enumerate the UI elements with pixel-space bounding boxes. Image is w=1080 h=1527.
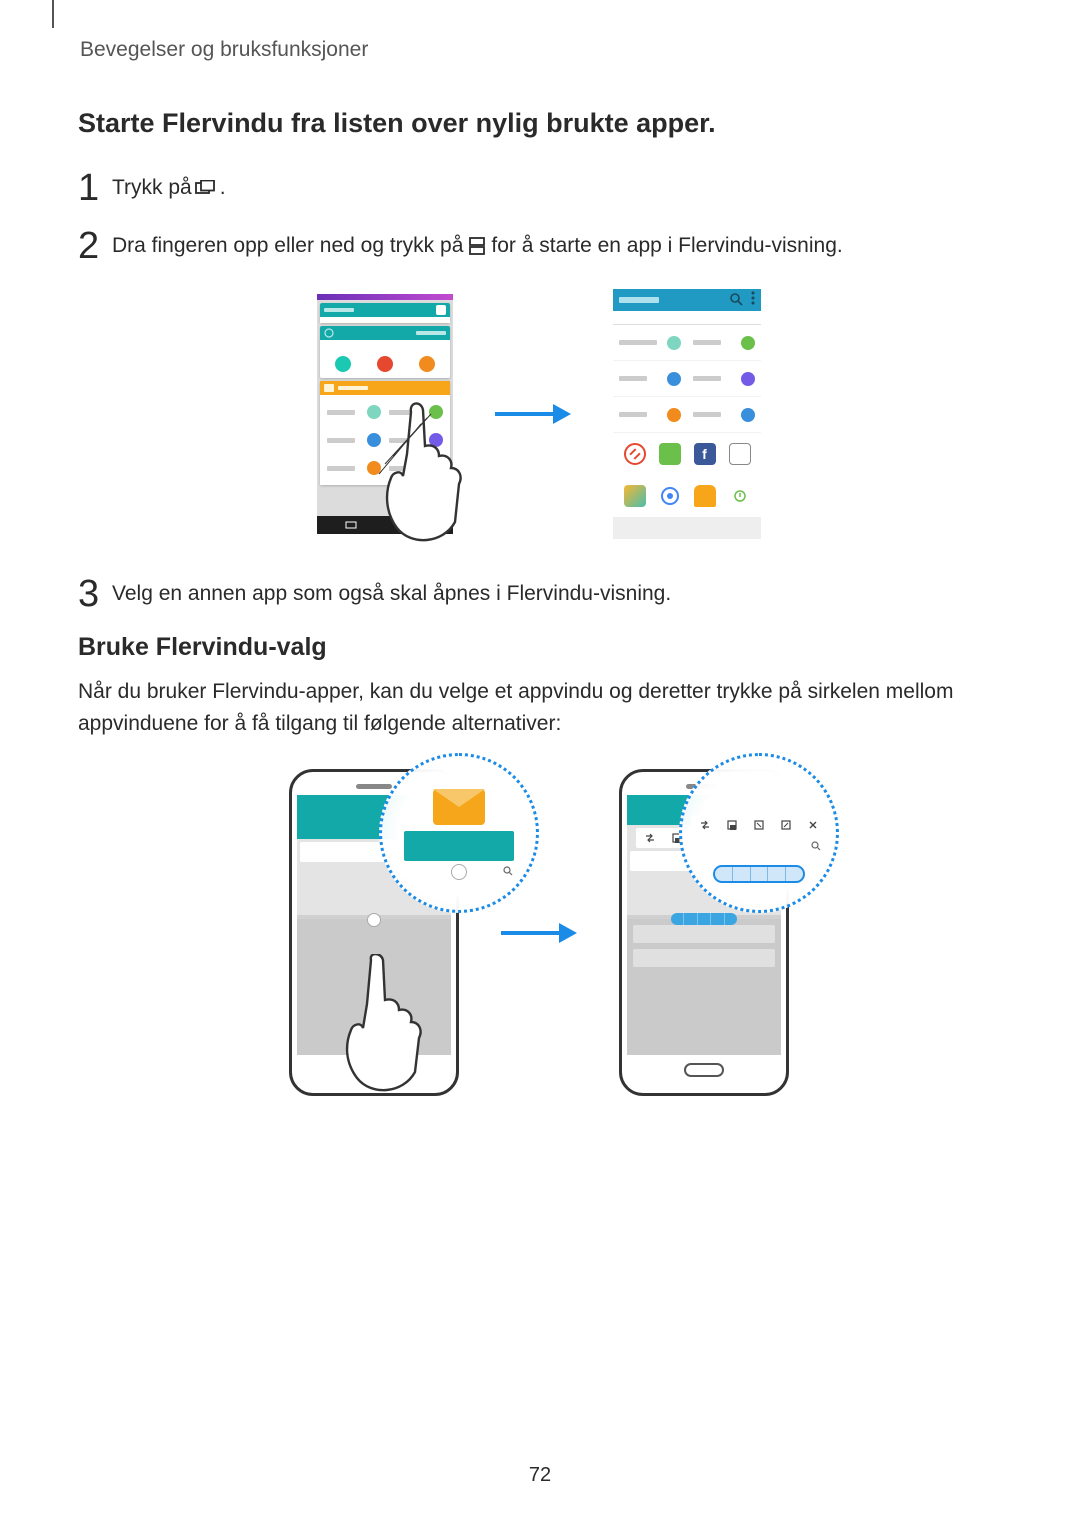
- sound-icon: [377, 356, 393, 372]
- chrome-icon: [659, 485, 681, 507]
- tapping-hand-illustration: [329, 954, 439, 1104]
- folder-icon: [324, 384, 334, 392]
- option-bar-zoomed: [691, 815, 827, 835]
- step-number: 2: [78, 227, 112, 265]
- step2-text-before: Dra fingeren opp eller ned og trykk på: [112, 234, 463, 258]
- multiwindow-split-icon: [466, 237, 488, 255]
- figure-left-phone: [317, 294, 453, 534]
- minimize-icon: [779, 818, 793, 832]
- step1-text-before: Trykk på: [112, 176, 192, 200]
- recent-apps-icon: [195, 179, 217, 197]
- nav-close-all-icon: [412, 520, 426, 530]
- nav-tray-icon: [344, 520, 358, 530]
- step-2: 2 Dra fingeren opp eller ned og trykk på…: [78, 227, 1000, 265]
- facebook-icon: f: [694, 443, 716, 465]
- android-nav-bar: [317, 516, 453, 534]
- multiwindow-handle-expanded: [671, 913, 737, 925]
- audio-icon: [741, 372, 755, 386]
- phone-screen-recent-apps: [317, 294, 453, 534]
- arrow-right-icon: [493, 402, 573, 426]
- search-icon: [503, 866, 513, 876]
- videos-icon: [667, 372, 681, 386]
- zoom-bubble-handle: [379, 753, 539, 913]
- step2-text-after: for å starte en app i Flervindu-visning.: [491, 234, 842, 258]
- page-number: 72: [0, 1464, 1080, 1487]
- zoom-bubble-options: [679, 753, 839, 913]
- swap-windows-icon: [643, 831, 657, 845]
- section-heading-use-multiwindow-options: Bruke Flervindu-valg: [78, 633, 1000, 662]
- handle-pill-zoomed: [713, 865, 805, 883]
- recent-files-icon: [667, 336, 681, 350]
- breadcrumb: Bevegelser og bruksfunksjoner: [80, 38, 368, 62]
- step1-text-after: .: [220, 176, 226, 200]
- maximize-icon: [752, 818, 766, 832]
- multiwindow-handle: [367, 913, 381, 927]
- search-icon: [811, 841, 821, 851]
- documents-icon: [667, 408, 681, 422]
- close-icon: [806, 818, 820, 832]
- step-text: Dra fingeren opp eller ned og trykk på f…: [112, 234, 843, 258]
- body-paragraph: Når du bruker Flervindu-apper, kan du ve…: [78, 676, 1000, 739]
- app-title-bar: [613, 289, 761, 311]
- multiwindow-handle-zoomed: [451, 864, 467, 880]
- drag-content-icon: [725, 818, 739, 832]
- step-number: 3: [78, 575, 112, 613]
- gallery-icon: [624, 485, 646, 507]
- figure-start-multiwindow: f: [78, 289, 1000, 539]
- mail-envelope-icon: [433, 789, 485, 825]
- arrow-right-icon: [499, 921, 579, 945]
- search-icon: [729, 292, 743, 309]
- images-icon: [741, 336, 755, 350]
- more-options-icon: [751, 291, 755, 310]
- settings-gear-icon: [324, 328, 334, 338]
- step-text: Trykk på .: [112, 176, 226, 200]
- step-text: Velg en annen app som også skal åpnes i …: [112, 582, 671, 606]
- page-tab-mark: [52, 0, 54, 28]
- step-1: 1 Trykk på .: [78, 169, 1000, 207]
- messages-icon: [694, 485, 716, 507]
- swap-windows-icon: [698, 818, 712, 832]
- galaxy-apps-icon: [729, 443, 751, 465]
- step-3: 3 Velg en annen app som også skal åpnes …: [78, 575, 1000, 613]
- files-header: [320, 381, 450, 395]
- section-heading-start-multiwindow: Starte Flervindu fra listen over nylig b…: [78, 108, 1000, 139]
- usage-icon: [335, 356, 351, 372]
- music-icon: [729, 485, 751, 507]
- downloaded-icon: [741, 408, 755, 422]
- figure-right-screen-files: f: [613, 289, 761, 539]
- step-number: 1: [78, 169, 112, 207]
- evernote-icon: [659, 443, 681, 465]
- display-icon: [419, 356, 435, 372]
- figure-multiwindow-options: [78, 769, 1000, 1096]
- gmail-icon: [624, 443, 646, 465]
